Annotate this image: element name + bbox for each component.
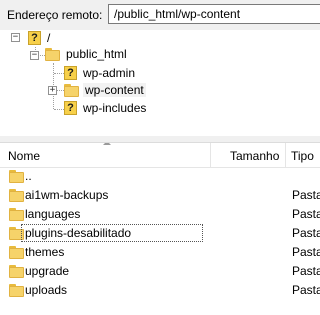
tree-connector: [54, 109, 64, 110]
tree-node-root[interactable]: ? /: [28, 30, 50, 46]
remote-path-bar: Endereço remoto: /public_html/wp-content: [0, 0, 320, 31]
file-name: ..: [25, 169, 32, 183]
column-divider[interactable]: [210, 143, 211, 167]
remote-path-value: /public_html/wp-content: [114, 7, 241, 21]
tree-node-wp-admin[interactable]: ? wp-admin: [64, 65, 135, 81]
tree-node-wp-includes[interactable]: ? wp-includes: [64, 100, 146, 116]
remote-directory-tree: − − + ? / public_html ? wp-admin wp-cont…: [0, 30, 320, 136]
column-header-size[interactable]: Tamanho: [230, 149, 279, 163]
file-name: uploads: [25, 283, 68, 297]
tree-node-label: wp-admin: [83, 66, 136, 80]
remote-path-input[interactable]: /public_html/wp-content: [108, 4, 320, 24]
collapse-root-toggle[interactable]: −: [11, 33, 20, 42]
file-type: Pasta: [292, 245, 320, 259]
list-header: Nome Tamanho Tipo: [0, 143, 320, 168]
tree-node-public-html[interactable]: public_html: [45, 46, 127, 62]
expand-wp-content-toggle[interactable]: +: [48, 86, 57, 95]
folder-icon: [64, 83, 79, 97]
column-header-type[interactable]: Tipo: [291, 149, 314, 163]
column-divider[interactable]: [285, 143, 286, 167]
list-item[interactable]: upgrade Pasta: [0, 262, 320, 281]
unknown-folder-icon: ?: [64, 66, 77, 80]
tree-connector: [57, 90, 64, 91]
file-name: upgrade: [25, 264, 70, 278]
column-header-name[interactable]: Nome: [8, 149, 40, 163]
tree-node-label: public_html: [66, 47, 127, 61]
file-type: Pasta: [292, 264, 320, 278]
remote-path-label: Endereço remoto:: [7, 8, 103, 22]
tree-node-wp-content[interactable]: wp-content: [64, 82, 146, 98]
sort-ascending-icon: [103, 143, 111, 145]
remote-file-list: Nome Tamanho Tipo .. ai1wm-backups Pasta…: [0, 142, 320, 315]
list-item[interactable]: uploads Pasta: [0, 281, 320, 300]
file-name: languages: [25, 207, 81, 221]
file-type: Pasta: [292, 188, 320, 202]
list-item[interactable]: themes Pasta: [0, 243, 320, 262]
folder-icon: [45, 47, 60, 61]
collapse-public-html-toggle[interactable]: −: [30, 51, 39, 60]
file-name: themes: [25, 245, 65, 259]
file-name: ai1wm-backups: [25, 188, 109, 202]
tree-node-label: wp-includes: [83, 101, 147, 115]
unknown-folder-icon: ?: [28, 31, 41, 45]
tree-connector: [54, 73, 64, 74]
file-type: Pasta: [292, 283, 320, 297]
tree-node-label: wp-content: [83, 83, 146, 97]
list-item[interactable]: languages Pasta: [0, 205, 320, 224]
file-name: plugins-desabilitado: [21, 224, 203, 242]
list-item-parent[interactable]: ..: [0, 167, 320, 186]
list-item[interactable]: ai1wm-backups Pasta: [0, 186, 320, 205]
file-type: Pasta: [292, 207, 320, 221]
file-type: Pasta: [292, 226, 320, 240]
unknown-folder-icon: ?: [64, 101, 77, 115]
list-item-focused[interactable]: plugins-desabilitado Pasta: [0, 224, 320, 243]
tree-node-label: /: [47, 31, 51, 45]
